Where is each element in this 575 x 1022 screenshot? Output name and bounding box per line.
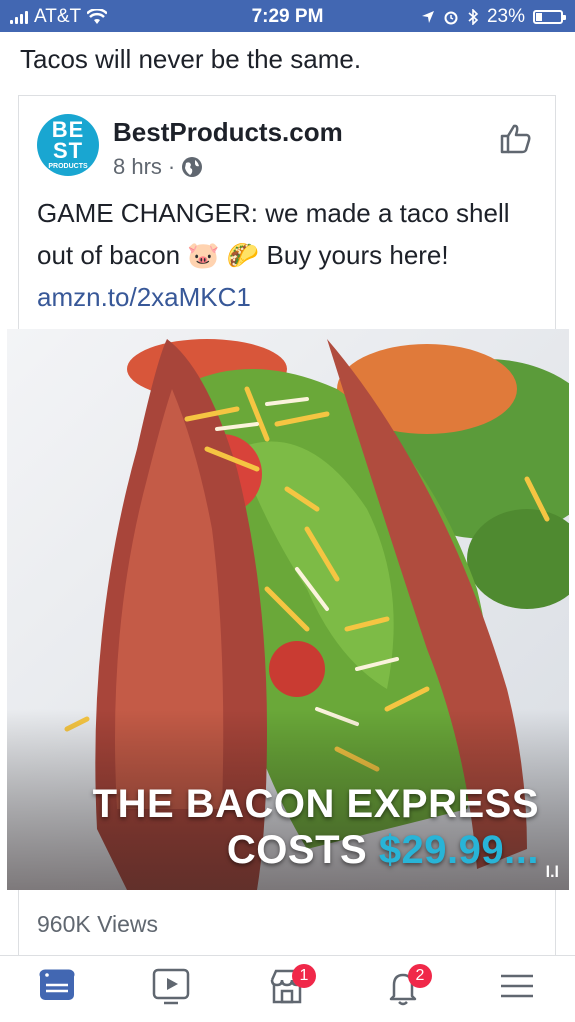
video-player[interactable]: THE BACON EXPRESS COSTS $29.99... l.l <box>7 329 569 890</box>
status-bar: AT&T 7:29 PM 23% <box>0 0 575 32</box>
bluetooth-icon <box>468 9 479 25</box>
tab-marketplace[interactable]: 1 <box>268 964 316 1008</box>
location-arrow-icon <box>421 11 434 23</box>
tab-notifications[interactable]: 2 <box>384 964 432 1008</box>
post-time[interactable]: 8 hrs <box>113 154 162 180</box>
post-link[interactable]: amzn.to/2xaMKC1 <box>37 282 251 312</box>
video-watch-icon <box>152 968 190 1005</box>
post-text: GAME CHANGER: we made a taco shell out o… <box>37 192 527 318</box>
battery-icon <box>533 10 566 24</box>
post-message: GAME CHANGER: we made a taco shell out o… <box>37 198 510 270</box>
share-caption: Tacos will never be the same. <box>20 44 362 74</box>
news-feed-icon <box>39 969 75 1000</box>
marketplace-badge: 1 <box>292 964 316 988</box>
alarm-icon <box>444 11 458 25</box>
caption-costs-text: COSTS <box>226 828 379 872</box>
video-caption-line-2: COSTS $29.99... <box>227 828 539 873</box>
avatar-logo-subtext: PRODUCTS <box>48 162 88 170</box>
hamburger-menu-icon <box>501 974 533 998</box>
tab-menu[interactable] <box>498 968 538 1008</box>
post-meta: 8 hrs · <box>113 154 203 180</box>
tab-watch[interactable] <box>152 968 192 1008</box>
globe-icon <box>182 157 203 177</box>
avatar-logo-text: BE ST <box>51 116 85 163</box>
video-watermark: l.l <box>545 864 559 881</box>
meta-separator: · <box>167 154 176 179</box>
video-caption-line-1: THE BACON EXPRESS <box>92 782 539 826</box>
caption-price: $29.99... <box>378 828 539 872</box>
page-avatar[interactable]: BE ST PRODUCTS <box>37 114 99 176</box>
like-icon[interactable] <box>499 122 533 154</box>
battery-percent: 23% <box>486 6 525 27</box>
notifications-badge: 2 <box>408 964 432 988</box>
view-count: 960K Views <box>37 911 159 937</box>
page-name-link[interactable]: BestProducts.com <box>113 117 343 148</box>
bottom-tab-bar: 1 2 <box>0 955 575 1022</box>
tab-news-feed[interactable] <box>38 968 78 1008</box>
